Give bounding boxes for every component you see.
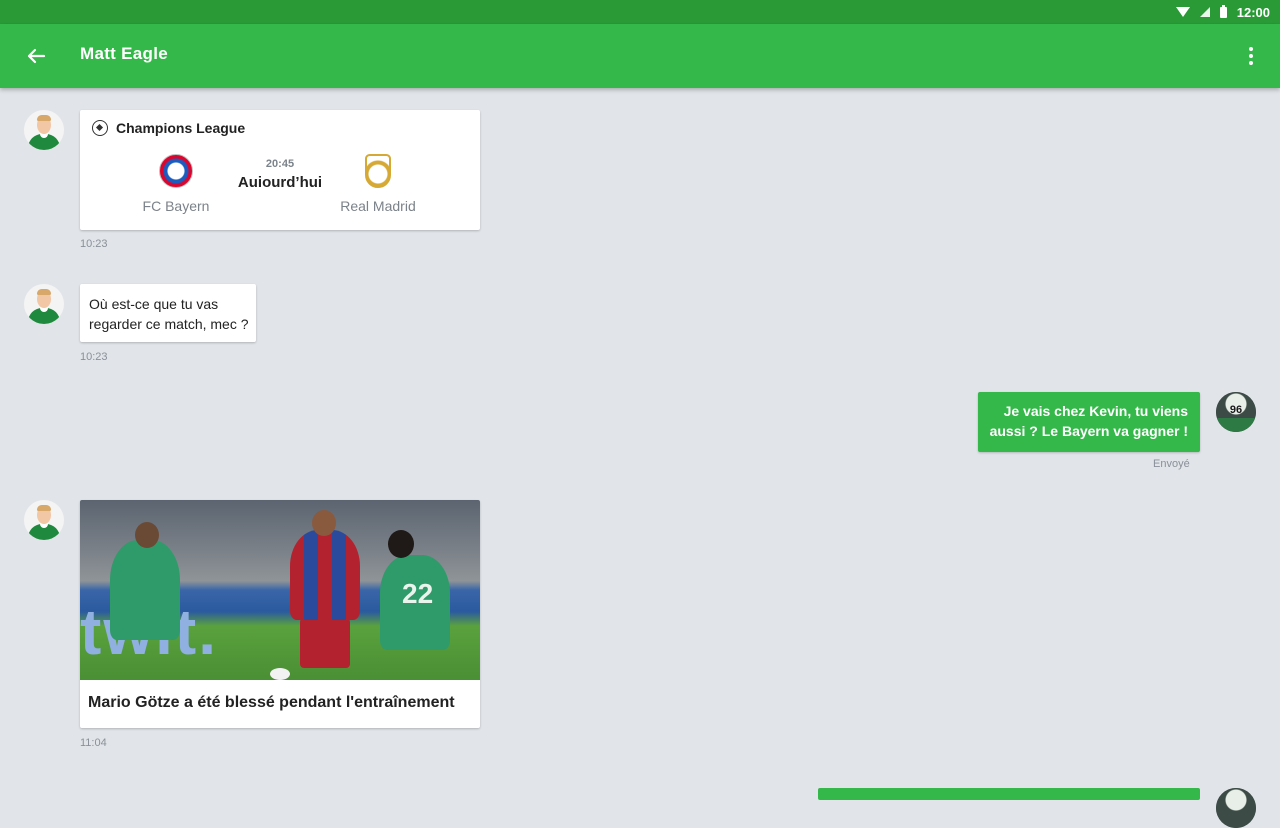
home-team-name: FC Bayern: [142, 198, 210, 214]
status-time: 12:00: [1236, 4, 1270, 20]
soccer-ball-icon: [92, 120, 108, 136]
news-card[interactable]: twit. 22 Mario Götze a été blessé pendan…: [80, 500, 480, 728]
league-header: Champions League: [92, 120, 245, 136]
contact-avatar[interactable]: [24, 110, 64, 150]
arrow-left-icon: [27, 48, 46, 64]
wifi-icon: [1175, 7, 1190, 17]
status-icons: 12:00: [1175, 0, 1270, 24]
overflow-menu-button[interactable]: [1244, 42, 1258, 70]
home-team: FC Bayern: [116, 154, 236, 214]
app-bar: Matt Eagle: [0, 24, 1280, 88]
league-name: Champions League: [116, 120, 246, 136]
conversation-title: Matt Eagle: [80, 44, 169, 63]
fc-bayern-crest-icon: [159, 154, 193, 188]
battery-icon: [1219, 4, 1227, 18]
cell-signal-icon: [1199, 7, 1210, 17]
news-headline: Mario Götze a été blessé pendant l'entra…: [88, 694, 455, 711]
status-bar: 12:00: [0, 0, 1280, 24]
user-avatar[interactable]: 96: [1216, 392, 1256, 432]
message-timestamp: 10:23: [80, 351, 108, 363]
hannover-96-badge-icon: 96: [1229, 404, 1243, 416]
match-card[interactable]: Champions League FC Bayern 20:45 Auiourd…: [80, 110, 480, 230]
delivery-status: Envoyé: [1153, 458, 1190, 470]
real-madrid-crest-icon: [365, 154, 391, 188]
news-image: twit. 22: [80, 500, 480, 680]
message-timestamp: 10:23: [80, 238, 108, 250]
contact-avatar[interactable]: [24, 284, 64, 324]
message-timestamp: 11:04: [80, 737, 107, 749]
back-button[interactable]: [22, 42, 50, 70]
away-team: Real Madrid: [318, 154, 438, 214]
outgoing-message-bubble[interactable]: Je vais chez Kevin, tu viens aussi ? Le …: [978, 392, 1200, 452]
more-vert-icon: [1249, 47, 1253, 51]
contact-avatar[interactable]: [24, 500, 64, 540]
away-team-name: Real Madrid: [340, 198, 416, 214]
outgoing-message-bubble[interactable]: [818, 788, 1200, 800]
message-text: Où est-ce que tu vas regarder ce match, …: [89, 296, 249, 332]
user-avatar[interactable]: [1216, 788, 1256, 828]
football-icon: [270, 668, 290, 680]
message-text: Je vais chez Kevin, tu viens aussi ? Le …: [989, 403, 1188, 439]
incoming-message-bubble[interactable]: Où est-ce que tu vas regarder ce match, …: [80, 284, 256, 342]
player-number: 22: [402, 578, 434, 609]
